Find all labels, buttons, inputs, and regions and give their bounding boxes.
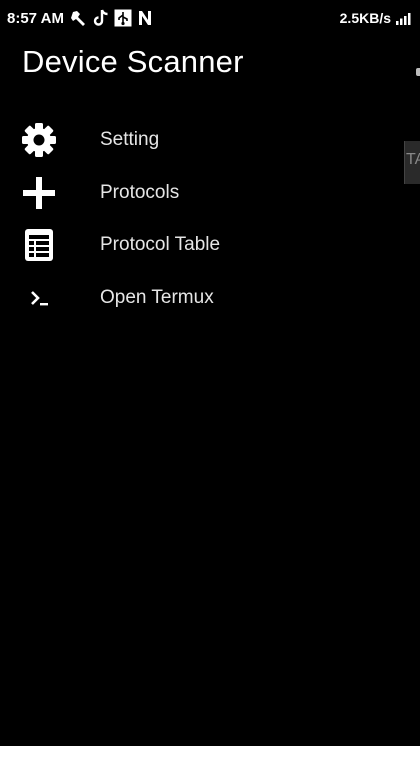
menu-item-label: Open Termux (100, 286, 214, 308)
edge-indicator (416, 68, 420, 76)
app-title: Device Scanner (22, 44, 244, 79)
table-icon (20, 226, 58, 264)
menu-item-protocols[interactable]: Protocols (0, 167, 400, 220)
tiktok-icon (93, 9, 108, 26)
edge-tab[interactable]: TA (404, 141, 420, 184)
edge-tab-text: TA (406, 151, 420, 168)
status-bar: 8:57 AM 2.5KB/s (0, 0, 420, 36)
signal-icon (396, 13, 411, 25)
menu-item-open-termux[interactable]: Open Termux (0, 272, 400, 325)
navigation-menu: Setting Protocols Protocol Table Open Te… (0, 114, 400, 324)
menu-item-protocol-table[interactable]: Protocol Table (0, 219, 400, 272)
bottom-strip (0, 746, 420, 766)
status-time: 8:57 AM (7, 9, 64, 27)
menu-item-label: Setting (100, 129, 160, 151)
menu-item-setting[interactable]: Setting (0, 114, 400, 167)
tools-icon (70, 11, 85, 26)
terminal-icon (20, 279, 58, 317)
plus-icon (20, 174, 58, 212)
menu-item-label: Protocol Table (100, 234, 221, 256)
network-speed: 2.5KB/s (339, 10, 391, 26)
n-icon (138, 11, 151, 25)
usb-icon (114, 9, 132, 27)
gear-icon (20, 121, 58, 159)
menu-item-label: Protocols (100, 181, 180, 203)
